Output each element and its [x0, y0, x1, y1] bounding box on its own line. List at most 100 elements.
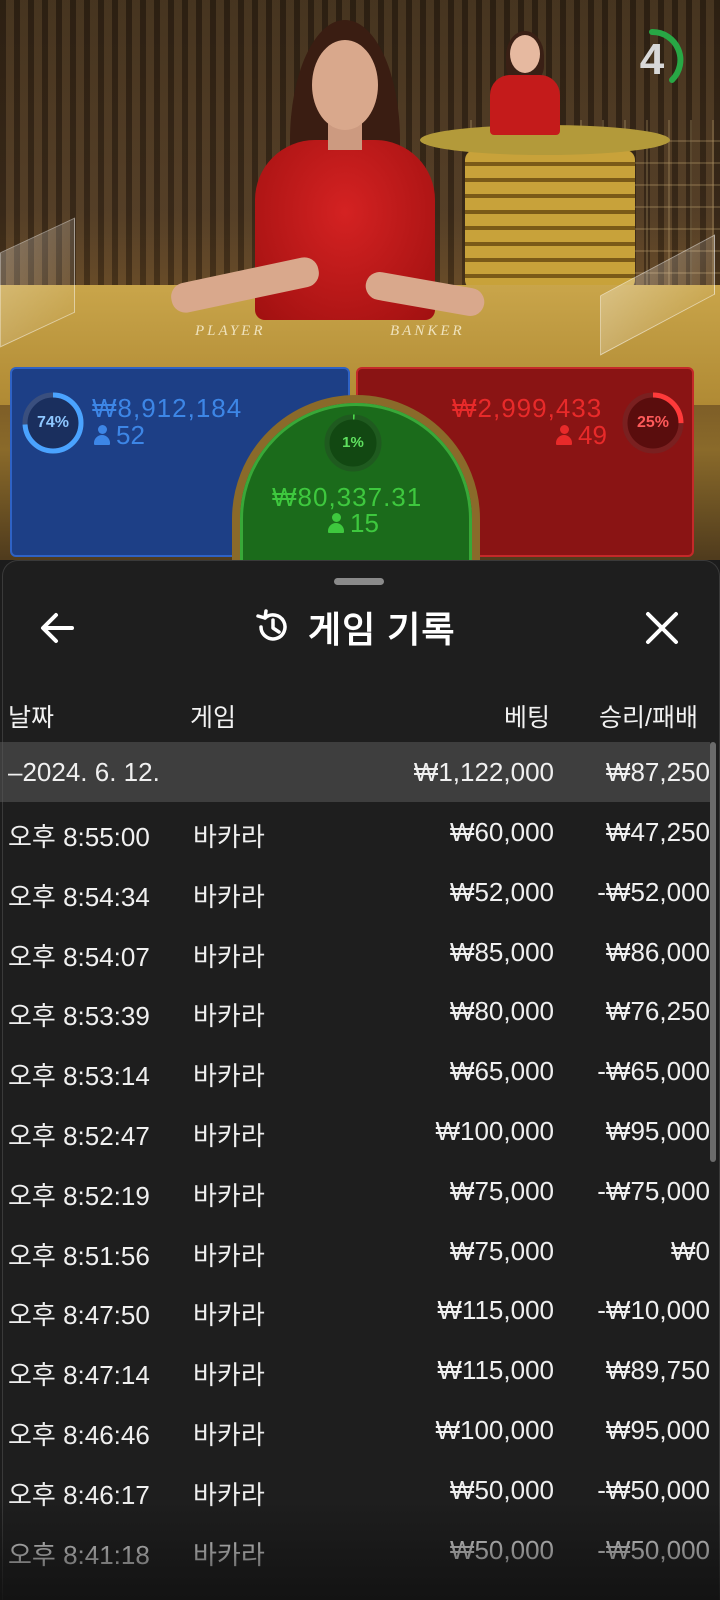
tie-percentage-ring: 1% [322, 412, 384, 474]
person-icon [94, 425, 110, 445]
date-summary-row[interactable]: –2024. 6. 12. ₩1,122,000 ₩87,250 [0, 742, 710, 802]
table-row[interactable]: 오후 8:47:14 바카라 ₩115,000 ₩89,750 [0, 1340, 710, 1400]
table-label-player: PLAYER [195, 323, 266, 339]
row-time: 오후 8:53:14 [8, 1061, 150, 1092]
row-game: 바카라 [193, 1120, 265, 1151]
player-percentage-ring: 74% [20, 390, 86, 456]
table-label-banker: BANKER [390, 323, 465, 339]
sheet-header: 게임 기록 [0, 592, 720, 662]
row-bet: ₩75,000 [449, 1235, 554, 1266]
column-result: 승리/패배 [599, 704, 698, 732]
row-bet: ₩80,000 [449, 996, 554, 1027]
row-bet: ₩115,000 [437, 1295, 554, 1326]
person-icon [328, 513, 344, 533]
table-row[interactable]: 오후 8:46:46 바카라 ₩100,000 ₩95,000 [0, 1400, 710, 1460]
row-time: 오후 8:53:39 [8, 1001, 150, 1032]
table-row[interactable]: 오후 8:55:00 바카라 ₩60,000 ₩47,250 [0, 802, 710, 862]
row-game: 바카라 [193, 1180, 265, 1211]
row-bet: ₩75,000 [449, 1175, 554, 1206]
background-table-base [465, 150, 635, 290]
close-icon [646, 612, 678, 644]
row-time: 오후 8:52:47 [8, 1120, 150, 1151]
row-time: 오후 8:46:46 [8, 1419, 150, 1450]
table-row[interactable]: 오후 8:47:50 바카라 ₩115,000 -₩10,000 [0, 1280, 710, 1340]
row-bet: ₩115,000 [437, 1355, 554, 1386]
row-result: ₩47,250 [605, 817, 710, 847]
row-result: -₩10,000 [597, 1295, 710, 1326]
sheet-title: 게임 기록 [308, 609, 456, 650]
row-time: 오후 8:55:00 [8, 822, 150, 852]
row-result: -₩65,000 [597, 1056, 710, 1087]
table-row[interactable]: 오후 8:53:14 바카라 ₩65,000 -₩65,000 [0, 1041, 710, 1101]
row-result: ₩89,750 [605, 1355, 710, 1386]
row-game: 바카라 [193, 1419, 265, 1450]
table-row[interactable]: 오후 8:52:19 바카라 ₩75,000 -₩75,000 [0, 1161, 710, 1221]
row-bet: ₩50,000 [449, 1534, 554, 1565]
row-bet: ₩85,000 [449, 936, 554, 967]
row-time: 오후 8:54:34 [8, 881, 150, 912]
row-result: -₩50,000 [597, 1534, 710, 1565]
background-dealer [490, 31, 560, 135]
column-bet: 베팅 [503, 704, 550, 732]
tie-percentage: 1% [342, 434, 364, 451]
row-time: 오후 8:46:17 [8, 1479, 150, 1510]
row-result: -₩50,000 [597, 1474, 710, 1505]
row-result: ₩76,250 [605, 996, 710, 1027]
row-result: -₩75,000 [597, 1175, 710, 1206]
row-game: 바카라 [193, 881, 265, 912]
column-game: 게임 [190, 704, 237, 732]
row-game: 바카라 [193, 1300, 265, 1331]
list-scrollbar[interactable] [710, 742, 716, 1162]
back-button[interactable] [36, 606, 80, 650]
table-row[interactable]: 오후 8:46:17 바카라 ₩50,000 -₩50,000 [0, 1460, 710, 1520]
history-icon [256, 609, 287, 641]
countdown-number: 4 [639, 35, 665, 84]
row-time: 오후 8:51:56 [8, 1240, 150, 1271]
row-bet: ₩52,000 [449, 876, 554, 907]
close-button[interactable] [640, 606, 684, 650]
row-game: 바카라 [193, 1001, 265, 1032]
row-game: 바카라 [193, 941, 265, 972]
row-game: 바카라 [193, 1061, 265, 1092]
row-result: ₩0 [671, 1235, 710, 1266]
arrow-left-icon [41, 613, 74, 643]
countdown-timer: 4 [620, 28, 684, 92]
row-game: 바카라 [193, 822, 265, 852]
player-percentage: 74% [36, 414, 70, 431]
column-date: 날짜 [8, 704, 55, 732]
row-result: ₩86,000 [605, 936, 710, 967]
banker-bettor-count: 49 [556, 420, 607, 451]
row-bet: ₩60,000 [449, 817, 554, 847]
history-list: –2024. 6. 12. ₩1,122,000 ₩87,250 오후 8:55… [0, 742, 720, 1579]
row-time: 오후 8:47:14 [8, 1360, 150, 1391]
table-row[interactable]: 오후 8:53:39 바카라 ₩80,000 ₩76,250 [0, 981, 710, 1041]
banker-percentage-ring: 25% [620, 390, 686, 456]
row-bet: ₩50,000 [449, 1474, 554, 1505]
banker-percentage: 25% [636, 414, 670, 431]
table-row[interactable]: 오후 8:52:47 바카라 ₩100,000 ₩95,000 [0, 1101, 710, 1161]
table-row[interactable]: 오후 8:41:18 바카라 ₩50,000 -₩50,000 [0, 1520, 710, 1580]
row-time: 오후 8:41:18 [8, 1539, 150, 1570]
dealer [168, 20, 490, 340]
table-header: 날짜 게임 베팅 승리/패배 [0, 688, 720, 738]
sheet-drag-handle[interactable] [334, 578, 384, 585]
summary-result: ₩87,250 [605, 757, 710, 787]
row-result: -₩52,000 [597, 876, 710, 907]
row-bet: ₩100,000 [435, 1115, 554, 1146]
table-row[interactable]: 오후 8:54:07 바카라 ₩85,000 ₩86,000 [0, 922, 710, 982]
summary-date: –2024. 6. 12. [8, 757, 160, 787]
player-bettor-count: 52 [94, 420, 145, 451]
row-game: 바카라 [193, 1479, 265, 1510]
row-game: 바카라 [193, 1539, 265, 1570]
row-bet: ₩65,000 [449, 1056, 554, 1087]
row-game: 바카라 [193, 1360, 265, 1391]
table-row[interactable]: 오후 8:54:34 바카라 ₩52,000 -₩52,000 [0, 862, 710, 922]
row-result: ₩95,000 [605, 1414, 710, 1445]
table-row[interactable]: 오후 8:51:56 바카라 ₩75,000 ₩0 [0, 1221, 710, 1281]
person-icon [556, 425, 572, 445]
sheet-title-group: 게임 기록 [254, 592, 455, 662]
row-game: 바카라 [193, 1240, 265, 1271]
row-time: 오후 8:54:07 [8, 941, 150, 972]
row-time: 오후 8:47:50 [8, 1300, 150, 1331]
tie-bettor-count: 15 [328, 508, 379, 539]
